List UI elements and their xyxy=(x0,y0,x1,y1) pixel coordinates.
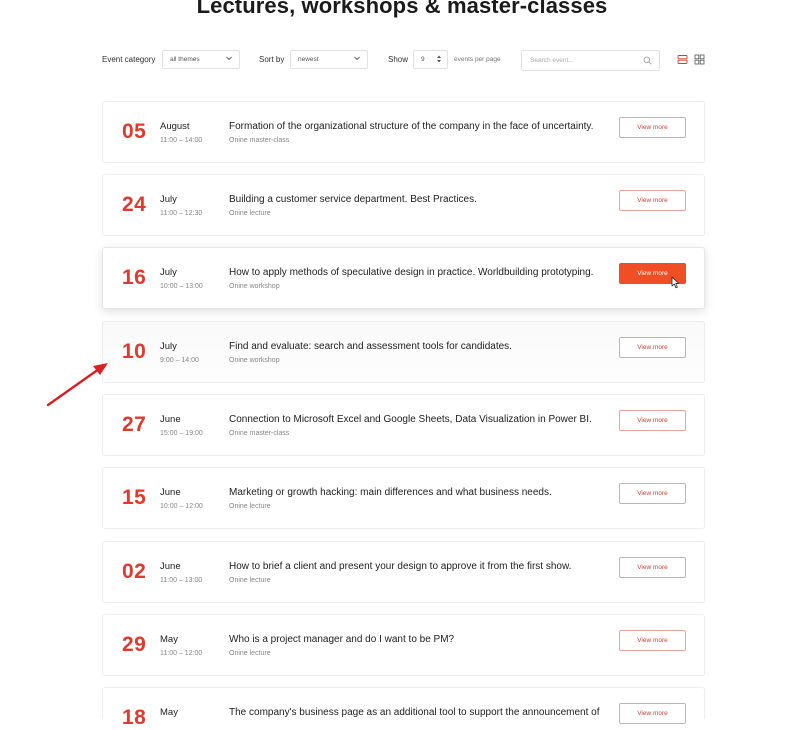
event-month: June xyxy=(160,561,181,572)
grid-view-icon[interactable] xyxy=(694,54,705,65)
event-time: 11:00 – 12:30 xyxy=(160,210,203,217)
event-title[interactable]: How to brief a client and present your d… xyxy=(229,561,571,572)
event-time: 10:00 – 13:00 xyxy=(160,283,203,290)
event-card[interactable]: 10 July 9:00 – 14:00 Find and evaluate: … xyxy=(102,321,705,383)
event-type: Onine lecture xyxy=(229,650,271,657)
event-card[interactable]: 29 May 11:00 – 12:00 Who is a project ma… xyxy=(102,614,705,676)
event-day: 05 xyxy=(122,120,147,143)
event-title[interactable]: Connection to Microsoft Excel and Google… xyxy=(229,414,592,425)
event-card[interactable]: 27 June 15:00 – 19:00 Connection to Micr… xyxy=(102,394,705,456)
search-icon[interactable] xyxy=(643,56,652,65)
event-day: 10 xyxy=(122,340,147,363)
event-day: 24 xyxy=(122,193,147,216)
per-page-value: 9 xyxy=(421,56,425,63)
event-day: 29 xyxy=(122,633,147,656)
event-day: 15 xyxy=(122,486,147,509)
event-month: June xyxy=(160,414,181,425)
filter-bar: Event category all themes Sort by newest… xyxy=(102,50,706,71)
event-time: 10:00 – 12:00 xyxy=(160,503,203,510)
chevron-down-icon xyxy=(226,56,232,61)
event-title[interactable]: Building a customer service department. … xyxy=(229,194,477,205)
view-more-button[interactable]: View more xyxy=(619,190,686,211)
view-more-button[interactable]: View more xyxy=(619,410,686,431)
event-day: 16 xyxy=(122,266,147,289)
view-more-button[interactable]: View more xyxy=(619,117,686,138)
mouse-cursor-icon xyxy=(671,276,680,289)
sort-select[interactable]: newest xyxy=(290,50,368,69)
event-card[interactable]: 02 June 11:00 – 13:00 How to brief a cli… xyxy=(102,541,705,603)
event-card[interactable]: 18 May The company's business page as an… xyxy=(102,687,705,729)
sort-value: newest xyxy=(298,56,319,63)
event-title[interactable]: Find and evaluate: search and assessment… xyxy=(229,341,512,352)
view-more-button[interactable]: View more xyxy=(619,557,686,578)
event-day: 18 xyxy=(122,706,147,729)
event-type: Onine master-class xyxy=(229,137,290,144)
event-month: May xyxy=(160,634,178,645)
search-input[interactable]: Search event... xyxy=(521,50,660,71)
event-month: June xyxy=(160,487,181,498)
event-day: 02 xyxy=(122,560,147,583)
event-month: May xyxy=(160,707,178,718)
event-type: Onine lecture xyxy=(229,210,271,217)
search-placeholder: Search event... xyxy=(530,57,574,64)
show-label: Show xyxy=(388,55,409,64)
event-card[interactable]: 05 August 11:00 – 14:00 Formation of the… xyxy=(102,101,705,163)
event-type: Onine workshop xyxy=(229,283,280,290)
event-day: 27 xyxy=(122,413,147,436)
page-title: Lectures, workshops & master-classes xyxy=(196,0,608,18)
event-month: August xyxy=(160,121,190,132)
event-card[interactable]: 16 July 10:00 – 13:00 How to apply metho… xyxy=(102,247,705,309)
sort-label: Sort by xyxy=(259,55,285,64)
category-select[interactable]: all themes xyxy=(162,50,240,69)
event-time: 9:00 – 14:00 xyxy=(160,357,199,364)
category-label: Event category xyxy=(102,55,156,64)
event-month: July xyxy=(160,267,177,278)
chevron-down-icon xyxy=(354,56,360,61)
up-down-icon xyxy=(437,55,441,63)
view-more-button[interactable]: View more xyxy=(619,630,686,651)
event-title[interactable]: Who is a project manager and do I want t… xyxy=(229,634,454,645)
event-card[interactable]: 15 June 10:00 – 12:00 Marketing or growt… xyxy=(102,467,705,529)
view-more-button[interactable]: View more xyxy=(619,483,686,504)
list-view-icon[interactable] xyxy=(677,54,688,65)
category-value: all themes xyxy=(170,56,200,63)
event-type: Onine lecture xyxy=(229,577,271,584)
event-title[interactable]: Marketing or growth hacking: main differ… xyxy=(229,487,552,498)
event-month: July xyxy=(160,194,177,205)
view-more-button[interactable]: View more xyxy=(619,703,686,724)
event-type: Onine lecture xyxy=(229,503,271,510)
annotation-arrow-icon xyxy=(46,363,108,407)
event-month: July xyxy=(160,341,177,352)
event-type: Onine workshop xyxy=(229,357,280,364)
event-time: 11:00 – 12:00 xyxy=(160,650,203,657)
view-more-button[interactable]: View more xyxy=(619,337,686,358)
event-card[interactable]: 24 July 11:00 – 12:30 Building a custome… xyxy=(102,174,705,236)
event-time: 15:00 – 19:00 xyxy=(160,430,203,437)
event-time: 11:00 – 13:00 xyxy=(160,577,203,584)
event-time: 11:00 – 14:00 xyxy=(160,137,203,144)
event-title[interactable]: The company's business page as an additi… xyxy=(229,707,600,718)
event-type: Onine master-class xyxy=(229,430,290,437)
event-title[interactable]: How to apply methods of speculative desi… xyxy=(229,267,593,278)
per-page-label: events per page xyxy=(454,56,501,63)
per-page-stepper[interactable]: 9 xyxy=(413,50,448,69)
event-title[interactable]: Formation of the organizational structur… xyxy=(229,121,593,132)
